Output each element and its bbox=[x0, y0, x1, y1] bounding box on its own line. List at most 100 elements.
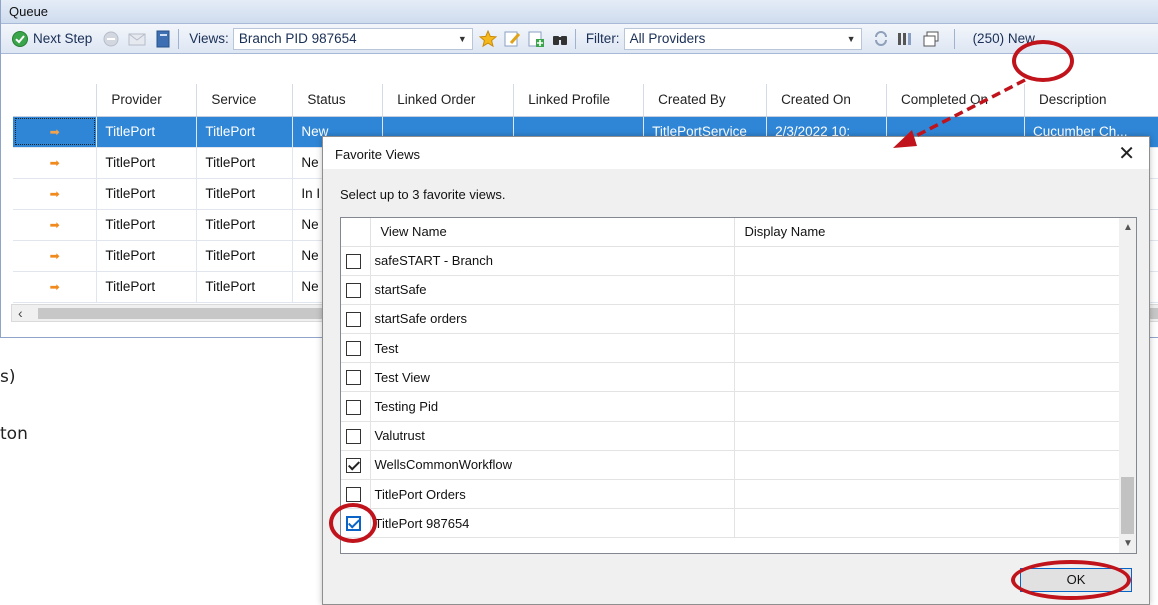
grid-header-completed-on[interactable]: Completed On bbox=[886, 84, 1025, 117]
view-checkbox[interactable] bbox=[346, 370, 361, 386]
view-checkbox[interactable] bbox=[346, 457, 361, 473]
grid-header-linked-order[interactable]: Linked Order bbox=[382, 84, 515, 117]
cell-service: TitlePort bbox=[196, 116, 294, 148]
grid-header-created-by[interactable]: Created By bbox=[643, 84, 768, 117]
display-name[interactable] bbox=[734, 304, 1122, 335]
binoculars-icon[interactable] bbox=[551, 30, 569, 48]
dialog-title: Favorite Views bbox=[335, 147, 421, 162]
list-item[interactable]: TitlePort 987654 bbox=[341, 508, 1122, 539]
next-step-icon[interactable] bbox=[11, 30, 29, 48]
toolbar-separator bbox=[574, 28, 576, 49]
display-name[interactable] bbox=[734, 421, 1122, 451]
grid-header-description[interactable]: Description bbox=[1024, 84, 1158, 117]
arrow-right-icon: ➡ bbox=[49, 280, 60, 294]
list-item[interactable]: Test bbox=[341, 333, 1122, 364]
refresh-icon[interactable] bbox=[872, 30, 890, 48]
display-name[interactable] bbox=[734, 333, 1122, 364]
filter-dropdown[interactable]: All Providers ▼ bbox=[623, 27, 862, 50]
cell-service: TitlePort bbox=[196, 209, 294, 241]
list-item[interactable]: safeSTART - Branch bbox=[341, 246, 1122, 276]
list-header-check bbox=[341, 218, 371, 247]
arrow-right-icon: ➡ bbox=[49, 187, 60, 201]
view-checkbox[interactable] bbox=[346, 428, 361, 444]
views-dropdown[interactable]: Branch PID 987654 ▼ bbox=[232, 27, 473, 50]
scroll-down-icon[interactable]: ▼ bbox=[1123, 538, 1133, 549]
arrow-right-icon: ➡ bbox=[49, 249, 60, 263]
queue-toolbar: Next Step Views: Branch PID 987654 ▼ Fil… bbox=[1, 24, 1158, 54]
views-dropdown-value: Branch PID 987654 bbox=[238, 31, 357, 46]
display-name[interactable] bbox=[734, 246, 1122, 276]
annotation-circle-favorites-icon bbox=[1012, 40, 1074, 82]
background-text: ton bbox=[0, 424, 28, 444]
view-checkbox[interactable] bbox=[346, 253, 361, 269]
arrow-right-icon: ➡ bbox=[49, 125, 60, 139]
close-icon[interactable]: ✕ bbox=[1118, 141, 1135, 165]
cell-service: TitlePort bbox=[196, 178, 294, 210]
view-name: TitlePort 987654 bbox=[370, 508, 735, 539]
grid-header-service[interactable]: Service bbox=[196, 84, 294, 117]
list-item[interactable]: startSafe bbox=[341, 275, 1122, 305]
display-name[interactable] bbox=[734, 391, 1122, 422]
display-name[interactable] bbox=[734, 479, 1122, 510]
cell-provider: TitlePort bbox=[96, 209, 198, 241]
favorite-views-list: View Name Display Name safeSTART - Branc… bbox=[340, 217, 1137, 554]
view-name: safeSTART - Branch bbox=[370, 246, 735, 276]
list-item[interactable]: Testing Pid bbox=[341, 391, 1122, 422]
view-name: TitlePort Orders bbox=[370, 479, 735, 510]
view-checkbox[interactable] bbox=[346, 487, 361, 503]
display-name[interactable] bbox=[734, 450, 1122, 481]
add-view-icon[interactable] bbox=[527, 30, 545, 48]
row-indicator[interactable]: ➡ bbox=[13, 147, 98, 179]
view-checkbox[interactable] bbox=[346, 282, 361, 298]
list-item[interactable]: startSafe orders bbox=[341, 304, 1122, 335]
display-name[interactable] bbox=[734, 362, 1122, 393]
row-indicator[interactable]: ➡ bbox=[13, 209, 98, 241]
grid-header-cell[interactable] bbox=[13, 84, 98, 117]
list-header-row: View Name Display Name bbox=[341, 218, 1122, 247]
list-item[interactable]: WellsCommonWorkflow bbox=[341, 450, 1122, 481]
scrollbar-thumb[interactable] bbox=[1121, 477, 1134, 534]
cell-provider: TitlePort bbox=[96, 178, 198, 210]
scroll-left-icon[interactable]: ‹ bbox=[18, 305, 23, 321]
view-name: startSafe orders bbox=[370, 304, 735, 335]
edit-view-icon[interactable] bbox=[503, 30, 521, 48]
view-name: Valutrust bbox=[370, 421, 735, 451]
remove-icon[interactable] bbox=[102, 30, 120, 48]
favorite-views-icon[interactable] bbox=[922, 30, 940, 48]
scroll-up-icon[interactable]: ▲ bbox=[1123, 222, 1133, 233]
row-indicator[interactable]: ➡ bbox=[13, 178, 98, 210]
row-indicator[interactable]: ➡ bbox=[13, 240, 98, 272]
cell-provider: TitlePort bbox=[96, 116, 198, 148]
display-name[interactable] bbox=[734, 275, 1122, 305]
vertical-scrollbar[interactable]: ▲ ▼ bbox=[1119, 218, 1136, 553]
next-step-button[interactable]: Next Step bbox=[33, 31, 92, 46]
grid-header-linked-profile[interactable]: Linked Profile bbox=[513, 84, 645, 117]
cell-provider: TitlePort bbox=[96, 240, 198, 272]
grid-header-provider[interactable]: Provider bbox=[96, 84, 198, 117]
list-header-display-name[interactable]: Display Name bbox=[734, 218, 1122, 247]
notebook-icon[interactable] bbox=[154, 30, 172, 48]
toolbar-separator bbox=[953, 28, 955, 49]
view-checkbox[interactable] bbox=[346, 399, 361, 415]
list-item[interactable]: Test View bbox=[341, 362, 1122, 393]
toolbar-separator bbox=[178, 28, 180, 49]
cell-service: TitlePort bbox=[196, 147, 294, 179]
chevron-down-icon: ▼ bbox=[457, 33, 467, 44]
annotation-circle-checkbox bbox=[329, 503, 377, 543]
list-item[interactable]: Valutrust bbox=[341, 421, 1122, 451]
list-header-view-name[interactable]: View Name bbox=[370, 218, 735, 247]
grid-header-created-on[interactable]: Created On bbox=[766, 84, 888, 117]
columns-icon[interactable] bbox=[896, 30, 914, 48]
view-name: Testing Pid bbox=[370, 391, 735, 422]
view-checkbox[interactable] bbox=[346, 341, 361, 357]
view-checkbox[interactable] bbox=[346, 312, 361, 327]
row-indicator[interactable]: ➡ bbox=[13, 116, 98, 148]
row-indicator[interactable]: ➡ bbox=[13, 271, 98, 303]
view-name: Test bbox=[370, 333, 735, 364]
mail-icon[interactable] bbox=[128, 30, 146, 48]
display-name[interactable] bbox=[734, 508, 1122, 539]
grid-header-status[interactable]: Status bbox=[292, 84, 384, 117]
filter-dropdown-value: All Providers bbox=[629, 31, 706, 46]
list-item[interactable]: TitlePort Orders bbox=[341, 479, 1122, 510]
star-icon[interactable] bbox=[478, 29, 498, 48]
